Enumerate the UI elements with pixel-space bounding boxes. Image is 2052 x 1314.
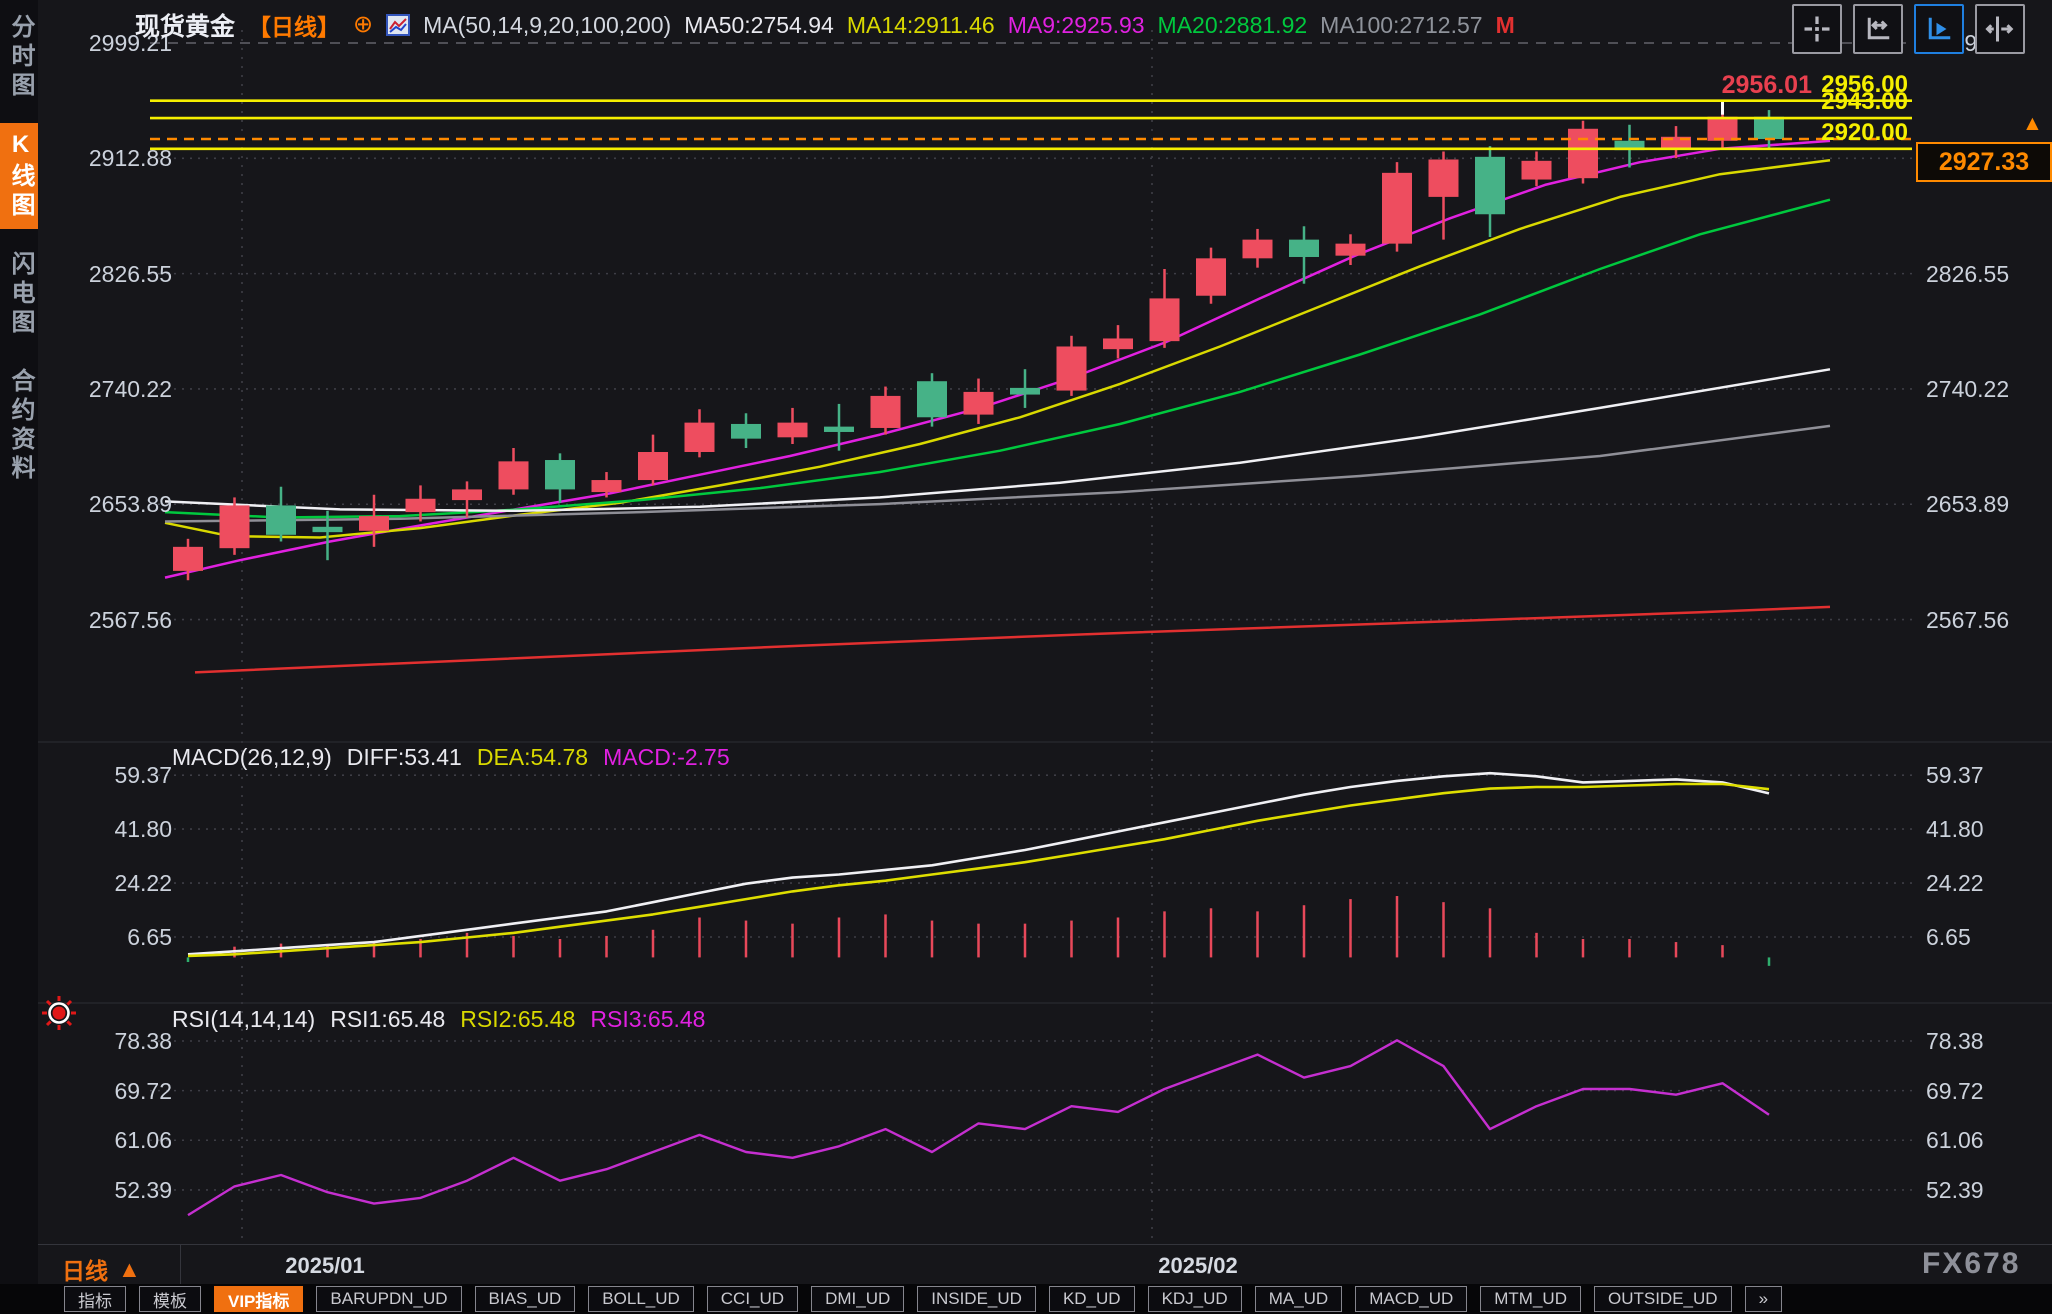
- auto-scale-icon[interactable]: [1914, 4, 1964, 54]
- axis-label: 41.80: [1926, 817, 2046, 841]
- tab-mtm-ud[interactable]: MTM_UD: [1480, 1286, 1581, 1312]
- axis-label: 2740.22: [56, 377, 172, 401]
- indicator-tab-bar: 指标模板 VIP指标 BARUPDN_UD BIAS_UD BOLL_UD CCI_UD D…: [0, 1284, 2052, 1314]
- axis-label: 69.72: [56, 1079, 172, 1103]
- ma9-value: MA9:2925.93: [1008, 12, 1145, 39]
- ma50-value: MA50:2754.94: [684, 12, 834, 39]
- rsi-title: RSI(14,14,14): [172, 1006, 315, 1033]
- tab-kd-ud[interactable]: KD_UD: [1049, 1286, 1135, 1312]
- sidebar-item-1[interactable]: K线图: [0, 123, 38, 229]
- macd-diff-value: DIFF:53.41: [347, 744, 462, 771]
- axis-label: 2653.89: [1926, 492, 2046, 516]
- macd-title: MACD(26,12,9): [172, 744, 332, 771]
- rsi1-value: RSI1:65.48: [330, 1006, 445, 1033]
- axis-label: 6.65: [1926, 925, 2046, 949]
- ma20-value: MA20:2881.92: [1158, 12, 1308, 39]
- ma-settings: MA(50,14,9,20,100,200): [423, 12, 671, 39]
- chart-toolbar: [1792, 4, 2025, 54]
- sidebar-item-0[interactable]: 分时图: [0, 6, 38, 109]
- zoom-axis-icon[interactable]: [1853, 4, 1903, 54]
- axis-label: 59.37: [1926, 763, 2046, 787]
- tab-outside-ud[interactable]: OUTSIDE_UD: [1594, 1286, 1732, 1312]
- axis-label: 2567.56: [1926, 608, 2046, 632]
- axis-label: 69.72: [1926, 1079, 2046, 1103]
- period-up-arrow-icon: ▲: [118, 1256, 141, 1283]
- axis-label: 24.22: [56, 871, 172, 895]
- sidebar-item-3[interactable]: 合约资料: [0, 360, 38, 492]
- macd-panel-header: MACD(26,12,9) DIFF:53.41 DEA:54.78 MACD:…: [172, 744, 730, 771]
- current-price-tag: 2927.33: [1916, 142, 2052, 182]
- axis-label: 52.39: [1926, 1178, 2046, 1202]
- axis-label: 2740.22: [1926, 377, 2046, 401]
- axis-label: 59.37: [56, 763, 172, 787]
- tab-vip指标[interactable]: VIP指标: [214, 1286, 303, 1312]
- tab-dmi-ud[interactable]: DMI_UD: [811, 1286, 904, 1312]
- axis-label: 6.65: [56, 925, 172, 949]
- tab-macd-ud[interactable]: MACD_UD: [1355, 1286, 1467, 1312]
- macd-dea-value: DEA:54.78: [477, 744, 588, 771]
- tab-kdj-ud[interactable]: KDJ_UD: [1148, 1286, 1242, 1312]
- axis-label: 61.06: [56, 1128, 172, 1152]
- tab-barupdn-ud[interactable]: BARUPDN_UD: [316, 1286, 461, 1312]
- symbol-name: 现货黄金: [135, 7, 235, 43]
- timeframe-label[interactable]: 【日线】: [248, 8, 340, 42]
- fit-axis-icon[interactable]: [1975, 4, 2025, 54]
- brand-watermark: FX678: [1922, 1247, 2020, 1281]
- axis-label: 24.22: [1926, 871, 2046, 895]
- sidebar-item-2[interactable]: 闪电图: [0, 243, 38, 346]
- axis-label: 2826.55: [56, 262, 172, 286]
- rsi2-value: RSI2:65.48: [460, 1006, 575, 1033]
- rsi3-value: RSI3:65.48: [590, 1006, 705, 1033]
- price-up-arrow-icon: ▲: [2022, 112, 2043, 136]
- ma200-value-truncated: M: [1496, 12, 1515, 39]
- tab-指标[interactable]: 指标: [64, 1286, 126, 1312]
- axis-label: 52.39: [56, 1178, 172, 1202]
- month-label: 2025/01: [285, 1253, 365, 1279]
- live-alert-icon[interactable]: [40, 994, 78, 1032]
- tab-模板[interactable]: 模板: [139, 1286, 201, 1312]
- indicator-chart-icon[interactable]: [386, 14, 410, 36]
- session-high-label: 2956.01: [1682, 71, 1812, 100]
- pan-icon[interactable]: [1792, 4, 1842, 54]
- period-selector[interactable]: 日线 ▲: [62, 1252, 141, 1286]
- chart-type-sidebar: 分时图 K线图闪电图合约资料: [0, 0, 38, 1284]
- time-axis-divider: [180, 1245, 181, 1285]
- tab-ma-ud[interactable]: MA_UD: [1255, 1286, 1343, 1312]
- month-label: 2025/02: [1158, 1253, 1238, 1279]
- axis-label: 78.38: [56, 1029, 172, 1053]
- axis-label: 2653.89: [56, 492, 172, 516]
- axis-label: 61.06: [1926, 1128, 2046, 1152]
- ma14-value: MA14:2911.46: [847, 12, 995, 39]
- axis-label: 41.80: [56, 817, 172, 841]
- tab-boll-ud[interactable]: BOLL_UD: [588, 1286, 693, 1312]
- chart-canvas[interactable]: [0, 0, 2052, 1314]
- ma100-value: MA100:2712.57: [1320, 12, 1482, 39]
- tab-inside-ud[interactable]: INSIDE_UD: [917, 1286, 1036, 1312]
- tab-cci-ud[interactable]: CCI_UD: [707, 1286, 798, 1312]
- axis-label: 78.38: [1926, 1029, 2046, 1053]
- add-compare-icon[interactable]: ⊕: [353, 13, 373, 37]
- period-selector-label: 日线: [62, 1252, 108, 1286]
- time-axis: 日线 ▲ 2025/01 2025/02: [38, 1244, 2052, 1285]
- tab-bias-ud[interactable]: BIAS_UD: [475, 1286, 576, 1312]
- axis-label: 2912.88: [56, 146, 172, 170]
- axis-label: 2826.55: [1926, 262, 2046, 286]
- level-price-label: 2920.00: [1778, 119, 1908, 147]
- rsi-panel-header: RSI(14,14,14) RSI1:65.48 RSI2:65.48 RSI3…: [172, 1006, 705, 1033]
- tab--[interactable]: »: [1745, 1286, 1782, 1312]
- chart-header: 现货黄金 【日线】 ⊕ MA(50,14,9,20,100,200) MA50:…: [135, 7, 1515, 43]
- macd-macd-value: MACD:-2.75: [603, 744, 730, 771]
- chart-application: 分时图 K线图闪电图合约资料 现货黄金 【日线】 ⊕ MA(50,14,9,20,…: [0, 0, 2052, 1314]
- axis-label: 2567.56: [56, 608, 172, 632]
